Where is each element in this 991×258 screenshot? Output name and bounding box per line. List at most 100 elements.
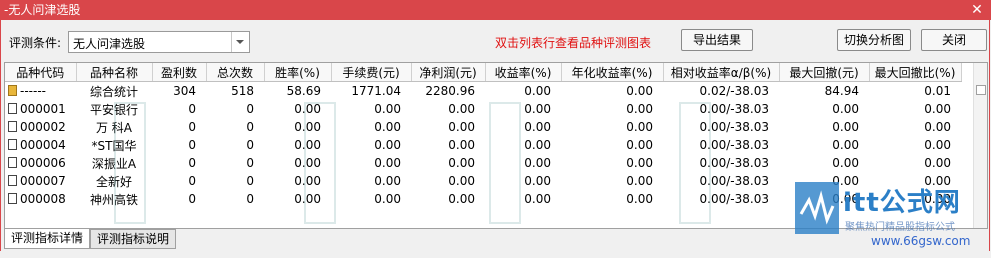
- cell-win: 0.00: [294, 138, 321, 152]
- cell-profits: 0: [188, 102, 196, 116]
- cell-code: 000002: [5, 118, 76, 136]
- cell-fee: 0.00: [374, 192, 401, 206]
- column-header[interactable]: 盈利数: [152, 63, 207, 82]
- condition-select[interactable]: 无人问津选股: [68, 31, 250, 53]
- cell-code: 000006: [5, 154, 76, 172]
- cell-annual: 0.00: [626, 174, 653, 188]
- cell-profits: 0: [188, 120, 196, 134]
- cell-profits: 0: [188, 156, 196, 170]
- cell-total: 0: [246, 174, 254, 188]
- column-header[interactable]: 年化收益率(%): [561, 63, 664, 82]
- table-row[interactable]: ------ 综合统计 304 518 58.69 1771.04 2280.96 0.00 0…: [5, 82, 961, 101]
- cell-code-text: 000002: [20, 120, 66, 134]
- cell-name: 深振业A: [91, 156, 137, 171]
- column-header[interactable]: 品种代码: [5, 63, 77, 82]
- table-row[interactable]: 000006 深振业A 0 0 0.00 0.00 0.00 0.00 0.00 0.00/-38…: [5, 154, 961, 172]
- cell-annual: 0.00: [626, 120, 653, 134]
- brand-url: www.66gsw.com: [871, 234, 971, 248]
- scrollbar-thumb[interactable]: [976, 85, 986, 95]
- cell-code-text: ------: [20, 84, 46, 98]
- cell-total: 0: [246, 192, 254, 206]
- hint-text: 双击列表行查看品种评测图表: [495, 36, 652, 50]
- cell-net: 0.00: [448, 102, 475, 116]
- cell-maxdd-pct: 0.00: [924, 102, 951, 116]
- table-header: 品种代码 品种名称 盈利数 总次数 胜率(%) 手续费(元) 净利润(元) 收益率(%) 年化收…: [5, 63, 962, 82]
- cell-maxdd: 0.00: [832, 102, 859, 116]
- cell-name: 万 科A: [95, 120, 133, 135]
- cell-fee: 0.00: [374, 138, 401, 152]
- cell-name: 神州高铁: [89, 192, 138, 207]
- cell-total: 0: [246, 120, 254, 134]
- cell-maxdd: 84.94: [824, 84, 859, 98]
- close-button[interactable]: 关闭: [921, 29, 987, 51]
- cell-win: 0.00: [294, 192, 321, 206]
- cell-maxdd: 0.00: [832, 120, 859, 134]
- cell-maxdd: 0.00: [832, 156, 859, 170]
- brand-tagline: 聚焦热门精品股指标公式: [845, 222, 955, 233]
- document-icon: [8, 103, 17, 114]
- column-header[interactable]: 手续费(元): [331, 63, 412, 82]
- column-header[interactable]: 胜率(%): [264, 63, 332, 82]
- cell-annual: 0.00: [626, 84, 653, 98]
- title-bar: -无人问津选股 ✕: [0, 0, 991, 20]
- chevron-down-icon[interactable]: [231, 32, 249, 52]
- cell-maxdd-pct: 0.00: [924, 138, 951, 152]
- column-header[interactable]: 相对收益率α/β(%): [663, 63, 780, 82]
- cell-maxdd: 0.00: [832, 138, 859, 152]
- cell-code-text: 000008: [20, 192, 66, 206]
- cell-profits: 0: [188, 138, 196, 152]
- cell-net: 0.00: [448, 192, 475, 206]
- cell-annual: 0.00: [626, 138, 653, 152]
- column-header[interactable]: 净利润(元): [411, 63, 486, 82]
- column-header[interactable]: 总次数: [206, 63, 265, 82]
- cell-name: 平安银行: [89, 102, 138, 117]
- cell-win: 0.00: [294, 120, 321, 134]
- column-header[interactable]: 收益率(%): [485, 63, 562, 82]
- cell-ret: 0.00: [524, 192, 551, 206]
- cell-total: 0: [246, 102, 254, 116]
- cell-alpha-beta: 0.00/-38.03: [699, 174, 769, 188]
- cell-alpha-beta: 0.00/-38.03: [699, 138, 769, 152]
- cell-fee: 0.00: [374, 156, 401, 170]
- document-icon: [8, 121, 17, 132]
- table-row[interactable]: 000001 平安银行 0 0 0.00 0.00 0.00 0.00 0.00 0.00/-38…: [5, 100, 961, 118]
- cell-ret: 0.00: [524, 84, 551, 98]
- column-header[interactable]: 品种名称: [76, 63, 153, 82]
- switch-chart-button[interactable]: 切换分析图: [837, 29, 911, 51]
- close-icon[interactable]: ✕: [969, 0, 985, 20]
- cell-total: 0: [246, 156, 254, 170]
- document-icon: [8, 157, 17, 168]
- cell-alpha-beta: 0.00/-38.03: [699, 156, 769, 170]
- cell-maxdd-pct: 0.01: [924, 84, 951, 98]
- cell-win: 0.00: [294, 174, 321, 188]
- cell-alpha-beta: 0.00/-38.03: [699, 120, 769, 134]
- cell-annual: 0.00: [626, 156, 653, 170]
- cell-code: 000008: [5, 190, 76, 208]
- tab-indicator-details[interactable]: 评测指标详情: [4, 229, 90, 249]
- cell-win: 0.00: [294, 102, 321, 116]
- cell-alpha-beta: 0.00/-38.03: [699, 192, 769, 206]
- cell-annual: 0.00: [626, 192, 653, 206]
- column-header[interactable]: 最大回撤(元): [779, 63, 870, 82]
- cell-fee: 0.00: [374, 102, 401, 116]
- cell-profits: 0: [188, 192, 196, 206]
- column-header[interactable]: 最大回撤比(%): [869, 63, 962, 82]
- cell-name: *ST国华: [91, 138, 137, 153]
- cell-name: 全新好: [95, 174, 132, 189]
- table-row[interactable]: 000002 万 科A 0 0 0.00 0.00 0.00 0.00 0.00 0.00/-38…: [5, 118, 961, 136]
- tab-indicator-description[interactable]: 评测指标说明: [90, 229, 176, 249]
- export-button[interactable]: 导出结果: [681, 29, 753, 51]
- cell-ret: 0.00: [524, 138, 551, 152]
- table-row[interactable]: 000004 *ST国华 0 0 0.00 0.00 0.00 0.00 0.00 0.00/-3…: [5, 136, 961, 154]
- cell-code-text: 000004: [20, 138, 66, 152]
- cell-ret: 0.00: [524, 156, 551, 170]
- brand-logo-icon: [795, 182, 839, 234]
- cell-alpha-beta: 0.02/-38.03: [699, 84, 769, 98]
- cell-profits: 304: [173, 84, 196, 98]
- cell-ret: 0.00: [524, 120, 551, 134]
- cell-alpha-beta: 0.00/-38.03: [699, 102, 769, 116]
- cell-code: ------: [5, 82, 76, 101]
- document-icon: [8, 175, 17, 186]
- cell-ret: 0.00: [524, 102, 551, 116]
- cell-fee: 0.00: [374, 174, 401, 188]
